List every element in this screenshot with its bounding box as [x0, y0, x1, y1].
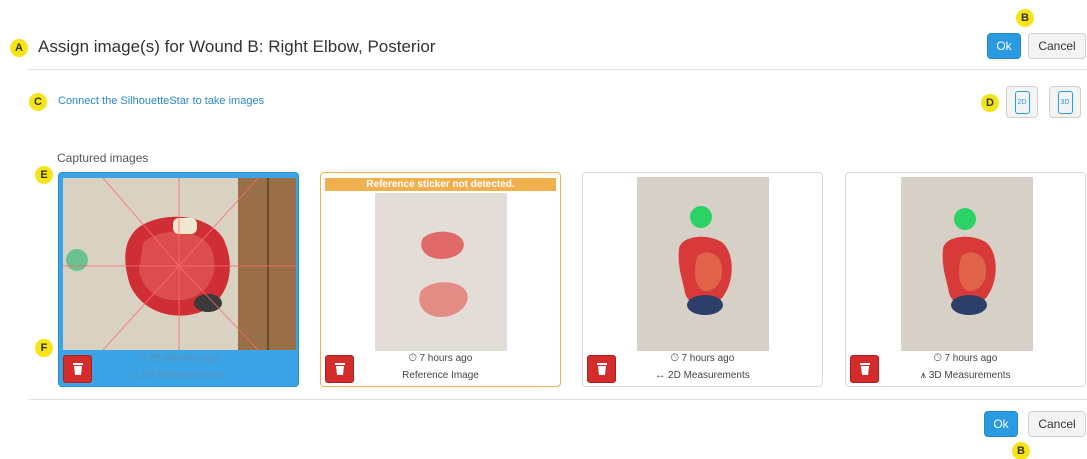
capture-3d-button[interactable]: 3D	[1049, 86, 1081, 118]
clock-icon: 🕒︎	[408, 353, 420, 364]
image-time-1: 🕒︎ 35 minutes ago	[59, 353, 298, 364]
type-text: 2D Measurements	[668, 370, 750, 381]
reference-image[interactable]	[375, 193, 507, 351]
clock-icon: 🕒︎	[138, 353, 150, 364]
tablet-3d-icon: 3D	[1057, 90, 1073, 114]
annotation-badge-e: E	[35, 166, 53, 184]
ok-button-bottom[interactable]: Ok	[984, 411, 1018, 437]
wound-image-2d[interactable]	[637, 177, 769, 351]
annotation-badge-a: A	[10, 39, 28, 57]
image-type-4: ⩚ 3D Measurements	[846, 370, 1085, 381]
annotation-badge-f: F	[35, 339, 53, 357]
ok-button-top[interactable]: Ok	[987, 33, 1021, 59]
footer-divider	[28, 399, 1087, 400]
type-text: 3D Measurements	[141, 370, 224, 381]
image-type-3: ↔ 2D Measurements	[583, 370, 822, 381]
image-card-3[interactable]: 🕒︎ 7 hours ago ↔ 2D Measurements	[582, 172, 823, 387]
clock-icon: 🕒︎	[670, 353, 682, 364]
axes-icon: ⩚	[133, 370, 142, 381]
connect-silhouettestar-link[interactable]: Connect the SilhouetteStar to take image…	[58, 95, 264, 107]
page-title: Assign image(s) for Wound B: Right Elbow…	[38, 37, 436, 56]
cancel-button-top[interactable]: Cancel	[1028, 33, 1086, 59]
wound-photo-2	[375, 193, 507, 351]
arrows-icon: ↔	[655, 370, 669, 381]
annotation-badge-b-top: B	[1016, 9, 1034, 27]
clock-icon: 🕒︎	[933, 353, 945, 364]
type-text: 3D Measurements	[928, 370, 1011, 381]
capture-2d-button[interactable]: 2D	[1006, 86, 1038, 118]
image-type-1: ⩚ 3D Measurements	[59, 370, 298, 381]
image-card-2[interactable]: Reference sticker not detected. 🕒︎ 7 hou…	[320, 172, 561, 387]
image-type-2: Reference Image	[402, 370, 479, 381]
annotation-badge-b-bottom: B	[1012, 442, 1030, 459]
image-time-4: 🕒︎ 7 hours ago	[846, 353, 1085, 364]
image-card-1[interactable]: 🕒︎ 35 minutes ago ⩚ 3D Measurements	[58, 172, 299, 387]
image-card-4[interactable]: 🕒︎ 7 hours ago ⩚ 3D Measurements	[845, 172, 1086, 387]
time-text: 35 minutes ago	[149, 353, 219, 364]
time-text: 7 hours ago	[681, 353, 735, 364]
wound-image-3d-2[interactable]	[901, 177, 1033, 351]
axes-icon: ⩚	[920, 370, 929, 381]
mode-2d-label: 2D	[1017, 98, 1027, 106]
reference-warning-banner: Reference sticker not detected.	[325, 178, 556, 191]
header-divider	[28, 69, 1087, 70]
time-text: 7 hours ago	[419, 353, 473, 364]
annotation-badge-d: D	[981, 94, 999, 112]
mode-3d-label: 3D	[1060, 98, 1070, 106]
wound-photo-1	[63, 178, 296, 350]
wound-image-3d[interactable]	[63, 178, 296, 350]
wound-photo-3	[637, 177, 769, 351]
captured-images-label: Captured images	[57, 151, 149, 165]
annotation-badge-c: C	[29, 93, 47, 111]
time-text: 7 hours ago	[944, 353, 998, 364]
tablet-2d-icon: 2D	[1014, 90, 1030, 114]
image-time-2: 🕒︎ 7 hours ago	[321, 353, 560, 364]
cancel-button-bottom[interactable]: Cancel	[1028, 411, 1086, 437]
wound-photo-4	[901, 177, 1033, 351]
image-time-3: 🕒︎ 7 hours ago	[583, 353, 822, 364]
